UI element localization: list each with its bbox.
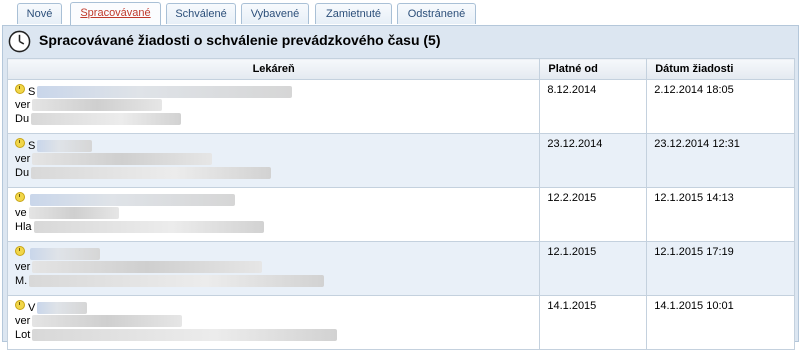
table-header-row: Lekáreň Platné od Dátum žiadosti: [6, 58, 795, 80]
pharmacy-owner: ve: [15, 207, 27, 219]
page-title: Spracovávané žiadosti o schválenie prevá…: [39, 32, 441, 48]
pharmacy-cell[interactable]: ver M.: [6, 241, 541, 296]
redacted-text: [31, 113, 182, 126]
redacted-text: [37, 86, 293, 99]
redacted-text: [30, 194, 235, 207]
redacted-text: [32, 99, 163, 112]
status-clock-icon: [15, 138, 25, 148]
request-date-cell: 14.1.2015 10:01: [646, 295, 795, 350]
pharmacy-cell[interactable]: ve Hla: [6, 187, 541, 242]
requests-table: Lekáreň Platné od Dátum žiadosti S ver D…: [6, 58, 795, 350]
status-clock-icon: [15, 84, 25, 94]
pharmacy-owner: ver: [15, 261, 31, 273]
requests-panel: Spracovávané žiadosti o schválenie prevá…: [2, 25, 799, 350]
status-clock-icon: [15, 246, 25, 256]
redacted-text: [28, 207, 119, 220]
redacted-text: [32, 315, 183, 328]
status-clock-icon: [15, 300, 25, 310]
table-row[interactable]: ve Hla 12.2.2015 12.1.2015 14:13: [6, 187, 795, 242]
table-row[interactable]: ver M. 12.1.2015 12.1.2015 17:19: [6, 241, 795, 296]
tab-bar: Nové Spracovávané Schválené Vybavené Zam…: [0, 0, 801, 26]
redacted-text: [29, 275, 325, 288]
pharmacy-owner: ver: [15, 153, 31, 165]
tab-nove[interactable]: Nové: [17, 3, 62, 24]
redacted-text: [30, 248, 100, 261]
tab-odstranene[interactable]: Odstránené: [397, 3, 476, 24]
pharmacy-owner: ver: [15, 315, 31, 327]
pharmacy-cell[interactable]: S ver Du: [6, 133, 541, 188]
column-header-request-date[interactable]: Dátum žiadosti: [646, 58, 795, 80]
clock-icon: [8, 30, 31, 53]
status-clock-icon: [15, 192, 25, 202]
pharmacy-address: Du: [15, 167, 30, 179]
pharmacy-address: Lot: [15, 329, 31, 341]
tab-vybavene[interactable]: Vybavené: [241, 3, 309, 24]
table-row[interactable]: S ver Du 8.12.2014 2.12.2014 18:05: [6, 79, 795, 134]
pharmacy-name[interactable]: S: [28, 140, 35, 152]
request-date-cell: 2.12.2014 18:05: [646, 79, 795, 134]
pharmacy-address: Hla: [15, 221, 32, 233]
redacted-text: [31, 167, 272, 180]
redacted-text: [32, 329, 338, 342]
column-header-valid-from[interactable]: Platné od: [539, 58, 648, 80]
pharmacy-cell[interactable]: V ver Lot: [6, 295, 541, 350]
pharmacy-name[interactable]: S: [28, 86, 35, 98]
pharmacy-name[interactable]: V: [28, 302, 35, 314]
tab-spracovavane[interactable]: Spracovávané: [70, 2, 161, 25]
redacted-text: [37, 140, 93, 153]
table-row[interactable]: S ver Du 23.12.2014 23.12.2014 12:31: [6, 133, 795, 188]
redacted-text: [37, 302, 88, 315]
redacted-text: [32, 261, 263, 274]
redacted-text: [33, 221, 264, 234]
request-date-cell: 12.1.2015 17:19: [646, 241, 795, 296]
valid-from-cell: 23.12.2014: [539, 133, 648, 188]
request-date-cell: 23.12.2014 12:31: [646, 133, 795, 188]
valid-from-cell: 14.1.2015: [539, 295, 648, 350]
valid-from-cell: 8.12.2014: [539, 79, 648, 134]
valid-from-cell: 12.1.2015: [539, 241, 648, 296]
request-date-cell: 12.1.2015 14:13: [646, 187, 795, 242]
redacted-text: [32, 153, 213, 166]
pharmacy-address: Du: [15, 113, 30, 125]
valid-from-cell: 12.2.2015: [539, 187, 648, 242]
pharmacy-cell[interactable]: S ver Du: [6, 79, 541, 134]
table-row[interactable]: V ver Lot 14.1.2015 14.1.2015 10:01: [6, 295, 795, 350]
column-header-pharmacy[interactable]: Lekáreň: [6, 58, 541, 80]
tab-schvalene[interactable]: Schválené: [166, 3, 236, 24]
pharmacy-owner: ver: [15, 99, 31, 111]
tab-zamietnute[interactable]: Zamietnuté: [315, 3, 392, 24]
panel-header: Spracovávané žiadosti o schválenie prevá…: [3, 26, 798, 56]
pharmacy-address: M.: [15, 275, 28, 287]
